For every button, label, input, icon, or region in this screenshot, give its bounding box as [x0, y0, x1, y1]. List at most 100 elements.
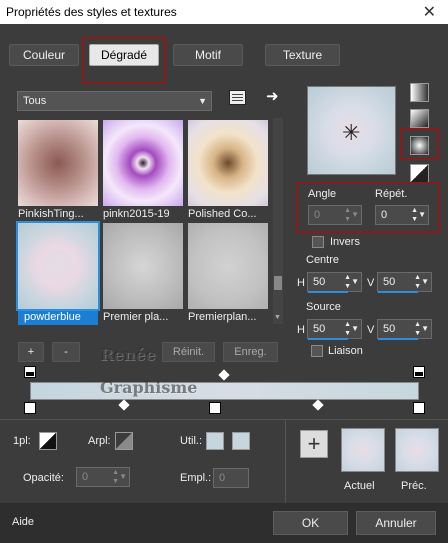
book-icon[interactable] [229, 90, 246, 105]
cancel-button[interactable]: Annuler [356, 511, 436, 535]
source-label: Source [306, 301, 341, 313]
tab-couleur[interactable]: Couleur [9, 44, 79, 66]
up-down-arrows-icon[interactable]: ▲ ▼ [414, 320, 421, 338]
linear-style-icon[interactable] [410, 83, 429, 102]
centre-v-slider[interactable] [378, 291, 418, 293]
add-button[interactable]: + [18, 342, 44, 362]
lpl-label: 1pl: [13, 435, 31, 447]
close-icon[interactable]: ✕ [423, 2, 436, 22]
watermark-text: Renée [100, 345, 156, 364]
category-value: Tous [23, 95, 47, 107]
source-h-value: 50 [313, 323, 326, 335]
source-v-spinner[interactable]: 50 ▲ ▼ ▼ [377, 319, 432, 339]
sunburst-style-icon[interactable] [410, 164, 429, 183]
centre-v-label: V [367, 277, 375, 289]
chevron-down-icon[interactable]: ▼ [351, 320, 359, 338]
rectangular-style-icon[interactable] [410, 109, 429, 128]
color-midpoint-diamond[interactable] [118, 399, 130, 411]
invers-label: Invers [330, 236, 360, 248]
liaison-label: Liaison [328, 345, 363, 357]
gradient-thumb-4[interactable]: powderblue [16, 221, 100, 325]
chevron-down-icon[interactable]: ▼ [351, 273, 359, 291]
gradient-thumb-image [103, 223, 183, 309]
start-stop-icon[interactable] [24, 366, 36, 378]
source-h-label: H [297, 324, 305, 336]
tab-texture[interactable]: Texture [265, 44, 340, 66]
gradient-thumb-2[interactable]: pinkn2015-19 [103, 120, 183, 220]
dialog-footer: Aide OK Annuler [0, 503, 448, 543]
up-down-arrows-icon[interactable]: ▲ ▼ [112, 468, 119, 486]
up-down-arrows-icon[interactable]: ▲ ▼ [414, 273, 421, 291]
color-stop-marker[interactable] [24, 402, 36, 414]
source-h-spinner[interactable]: 50 ▲ ▼ ▼ [307, 319, 362, 339]
centre-v-value: 50 [383, 276, 396, 288]
opacity-midpoint-diamond[interactable] [218, 369, 230, 381]
gradient-thumb-3[interactable]: Polished Co... [188, 120, 268, 220]
gradient-thumb-5[interactable]: Premier pla... [103, 223, 183, 323]
liaison-checkbox[interactable] [311, 345, 323, 357]
tab-motif[interactable]: Motif [173, 44, 243, 66]
centre-h-spinner[interactable]: 50 ▲ ▼ ▼ [307, 272, 362, 292]
gradient-thumb-image [188, 223, 268, 309]
add-to-library-button[interactable]: + [300, 430, 328, 458]
reinit-button[interactable]: Réinit. [162, 342, 215, 362]
gradient-preview[interactable]: ✳ [307, 86, 396, 175]
source-v-slider[interactable] [378, 338, 418, 340]
gradient-thumb-1[interactable]: PinkishTing... [18, 120, 98, 220]
chevron-down-icon[interactable]: ▼ [421, 273, 429, 291]
gradient-thumb-label: Premierplan... [188, 311, 257, 323]
color-swatch[interactable] [206, 432, 224, 450]
up-down-arrows-icon[interactable]: ▲ ▼ [344, 320, 351, 338]
ok-button[interactable]: OK [273, 511, 348, 535]
up-down-arrows-icon[interactable]: ▲ ▼ [344, 273, 351, 291]
stop-type-icon[interactable] [115, 432, 133, 450]
color-stop-marker[interactable] [209, 402, 221, 414]
gradient-thumb-image [18, 120, 98, 206]
gradient-thumb-label: Premier pla... [103, 311, 169, 323]
chevron-down-icon[interactable]: ▼ [421, 320, 429, 338]
empl-label: Empl.: [180, 472, 212, 484]
highlight-box-style [400, 128, 439, 160]
gradient-thumb-6[interactable]: Premierplan... [188, 223, 268, 323]
watermark-text: Graphisme [100, 378, 198, 397]
centre-h-slider[interactable] [308, 291, 348, 293]
invers-checkbox[interactable] [312, 236, 324, 248]
prec-label: Préc. [401, 480, 427, 492]
centre-h-label: H [297, 277, 305, 289]
gradient-thumb-image [103, 120, 183, 206]
stop-type-icon[interactable] [39, 432, 57, 450]
opacity-spinner[interactable]: 0 ▲ ▼ ▼ [76, 467, 130, 487]
location-field[interactable]: 0 [213, 468, 249, 488]
gradient-thumb-image [188, 120, 268, 206]
gradient-thumb-label: powderblue [18, 311, 98, 325]
source-h-slider[interactable] [308, 338, 348, 340]
color-swatch[interactable] [232, 432, 250, 450]
dialog-window: Propriétés des styles et textures ✕ Coul… [0, 0, 448, 543]
centre-label: Centre [306, 254, 340, 266]
color-midpoint-diamond[interactable] [312, 399, 324, 411]
centre-v-spinner[interactable]: 50 ▲ ▼ ▼ [377, 272, 432, 292]
highlight-box-tab [82, 37, 166, 84]
end-stop-icon[interactable] [413, 366, 425, 378]
save-button[interactable]: Enreg. [223, 342, 278, 362]
scroll-down-icon[interactable]: ▼ [274, 314, 281, 321]
centre-h-value: 50 [313, 276, 326, 288]
divider [0, 419, 448, 420]
chevron-down-icon[interactable]: ▼ [119, 468, 127, 486]
category-select[interactable]: Tous ▼ [17, 91, 212, 111]
previous-gradient-thumb[interactable] [395, 428, 439, 472]
divider [285, 419, 286, 503]
scrollbar-thumb[interactable] [274, 276, 282, 290]
location-value: 0 [219, 472, 226, 484]
help-link[interactable]: Aide [12, 516, 34, 528]
remove-button[interactable]: - [52, 342, 80, 362]
color-stop-marker[interactable] [413, 402, 425, 414]
thumbnail-scrollbar[interactable]: ▼ [273, 118, 283, 324]
util-label: Util.: [180, 435, 202, 447]
title-bar: Propriétés des styles et textures ✕ [0, 0, 448, 24]
arrow-right-icon[interactable]: ➜ [266, 87, 279, 105]
chevron-down-icon: ▼ [198, 96, 207, 106]
source-v-value: 50 [383, 323, 396, 335]
gradient-editor-bar[interactable] [30, 382, 419, 400]
current-gradient-thumb[interactable] [341, 428, 385, 472]
